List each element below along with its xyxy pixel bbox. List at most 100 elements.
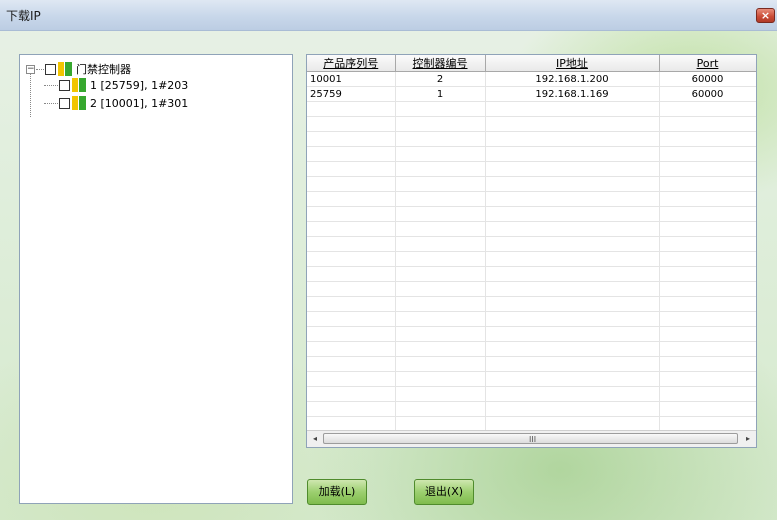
empty-cell <box>395 356 486 372</box>
empty-cell <box>485 131 660 147</box>
empty-table-row <box>307 116 756 132</box>
empty-cell <box>307 131 396 147</box>
empty-cell <box>485 371 660 387</box>
empty-cell <box>659 101 756 117</box>
empty-cell <box>485 296 660 312</box>
empty-table-row <box>307 176 756 192</box>
empty-cell <box>659 131 756 147</box>
empty-table-row <box>307 341 756 357</box>
empty-cell <box>307 161 396 177</box>
empty-cell <box>395 131 486 147</box>
empty-cell <box>659 176 756 192</box>
cell-serial: 10001 <box>307 71 396 87</box>
empty-cell <box>395 386 486 402</box>
empty-table-row <box>307 401 756 417</box>
empty-table-row <box>307 311 756 327</box>
column-header-serial[interactable]: 产品序列号 <box>307 55 396 72</box>
empty-cell <box>395 251 486 267</box>
empty-cell <box>659 386 756 402</box>
title-bar: 下载IP × <box>0 0 777 31</box>
controller-2-checkbox[interactable] <box>59 97 70 109</box>
tree-item-controller-1[interactable]: 1 [25759], 1#203 <box>44 77 188 93</box>
empty-table-row <box>307 206 756 222</box>
empty-table-row <box>307 296 756 312</box>
empty-cell <box>485 401 660 417</box>
empty-cell <box>395 116 486 132</box>
empty-cell <box>395 206 486 222</box>
empty-cell <box>395 326 486 342</box>
cell-ip: 192.168.1.200 <box>485 71 660 87</box>
collapse-icon[interactable]: − <box>26 64 35 74</box>
empty-cell <box>485 311 660 327</box>
empty-cell <box>307 341 396 357</box>
empty-cell <box>307 371 396 387</box>
scroll-left-icon[interactable]: ◂ <box>308 432 322 445</box>
column-header-controller-no[interactable]: 控制器编号 <box>395 55 486 72</box>
controller-icon <box>72 96 86 110</box>
empty-cell <box>659 371 756 387</box>
tree-item-controller-2[interactable]: 2 [10001], 1#301 <box>44 95 188 111</box>
cell-serial: 25759 <box>307 86 396 102</box>
empty-cell <box>395 266 486 282</box>
table-body: 10001 2 192.168.1.200 60000 25759 1 192.… <box>307 71 756 432</box>
empty-cell <box>307 266 396 282</box>
root-checkbox[interactable] <box>45 63 56 75</box>
empty-cell <box>307 116 396 132</box>
close-button[interactable]: × <box>756 8 775 23</box>
empty-cell <box>485 206 660 222</box>
table-row[interactable]: 25759 1 192.168.1.169 60000 <box>307 86 756 102</box>
empty-cell <box>395 236 486 252</box>
cell-port: 60000 <box>659 86 756 102</box>
empty-cell <box>307 356 396 372</box>
empty-cell <box>485 251 660 267</box>
empty-cell <box>485 386 660 402</box>
empty-cell <box>307 206 396 222</box>
empty-cell <box>307 386 396 402</box>
ip-table: 产品序列号 控制器编号 IP地址 Port 10001 2 192.168.1.… <box>307 55 756 432</box>
empty-cell <box>485 161 660 177</box>
tree-item-label: 2 [10001], 1#301 <box>90 96 189 110</box>
empty-cell <box>659 281 756 297</box>
exit-button[interactable]: 退出(X) <box>414 479 474 505</box>
empty-cell <box>485 356 660 372</box>
empty-table-row <box>307 386 756 402</box>
empty-cell <box>485 191 660 207</box>
empty-cell <box>307 191 396 207</box>
empty-cell <box>659 266 756 282</box>
tree-item-label: 1 [25759], 1#203 <box>90 78 189 92</box>
empty-cell <box>395 161 486 177</box>
column-header-ip[interactable]: IP地址 <box>485 55 660 72</box>
empty-cell <box>659 326 756 342</box>
window-title: 下载IP <box>6 9 41 23</box>
empty-cell <box>395 191 486 207</box>
tree-root-label: 门禁控制器 <box>76 63 131 76</box>
empty-cell <box>659 146 756 162</box>
empty-cell <box>659 251 756 267</box>
empty-cell <box>659 296 756 312</box>
empty-table-row <box>307 281 756 297</box>
empty-cell <box>395 146 486 162</box>
empty-cell <box>659 191 756 207</box>
empty-cell <box>485 146 660 162</box>
empty-cell <box>485 341 660 357</box>
load-button[interactable]: 加载(L) <box>307 479 367 505</box>
empty-cell <box>307 251 396 267</box>
empty-cell <box>307 326 396 342</box>
controller-1-checkbox[interactable] <box>59 79 70 91</box>
empty-cell <box>395 221 486 237</box>
empty-cell <box>307 296 396 312</box>
scroll-thumb[interactable]: III <box>323 433 738 444</box>
scroll-right-icon[interactable]: ▸ <box>741 432 755 445</box>
empty-cell <box>659 356 756 372</box>
empty-cell <box>395 401 486 417</box>
tree-connector <box>44 102 58 104</box>
empty-cell <box>307 236 396 252</box>
empty-cell <box>485 266 660 282</box>
empty-table-row <box>307 101 756 117</box>
column-header-port[interactable]: Port <box>659 55 756 72</box>
table-row[interactable]: 10001 2 192.168.1.200 60000 <box>307 71 756 87</box>
horizontal-scrollbar[interactable]: ◂ III ▸ <box>307 430 756 447</box>
empty-cell <box>395 281 486 297</box>
tree-root-node[interactable]: − 门禁控制器 <box>26 61 131 77</box>
empty-cell <box>659 341 756 357</box>
